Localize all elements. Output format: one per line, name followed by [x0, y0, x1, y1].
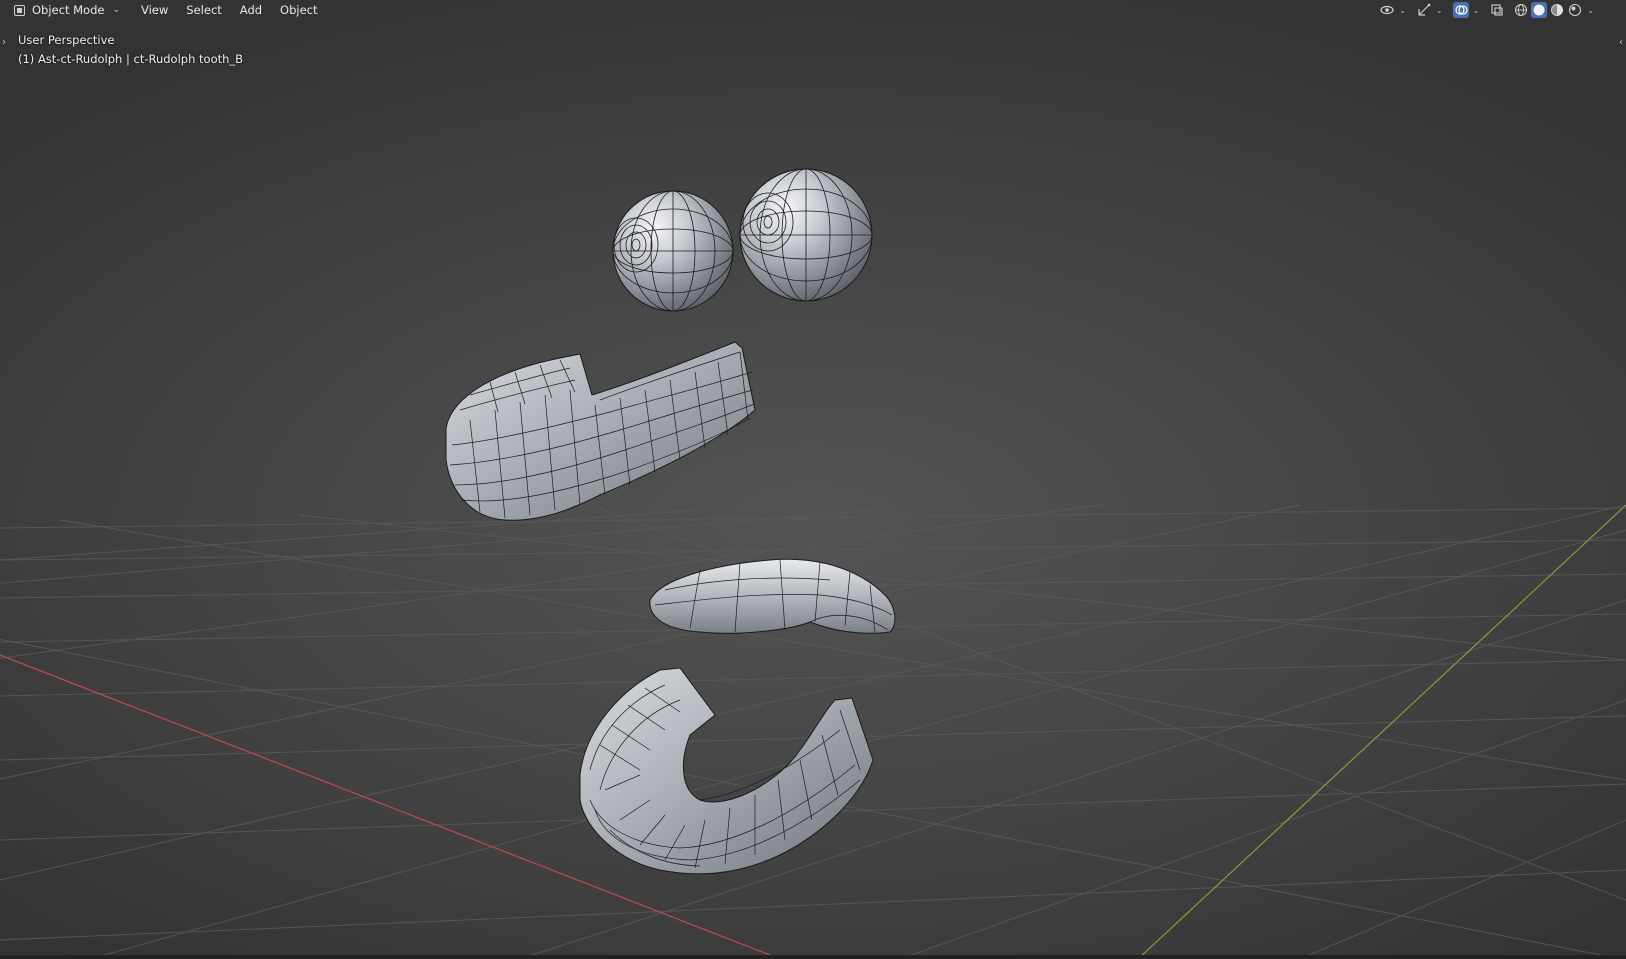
chevron-down-icon[interactable]: ⌄: [1436, 6, 1443, 15]
viewport-toolbar-right: ⌄ ⌄ ⌄ ⌄: [1379, 1, 1600, 19]
chevron-down-icon[interactable]: ⌄: [1587, 6, 1594, 15]
left-eyeball-mesh[interactable]: [612, 190, 734, 312]
toolbar-expand-arrow-icon[interactable]: ›: [2, 37, 6, 48]
viewport-info-overlay: User Perspective (1) Ast-ct-Rudolph | ct…: [18, 31, 243, 69]
view-perspective-label: User Perspective: [18, 33, 115, 47]
lower-teeth-mesh[interactable]: [579, 667, 874, 875]
viewport-bottom-edge: [0, 955, 1626, 959]
tongue-mesh[interactable]: [649, 558, 896, 634]
shading-mode-group: [1513, 2, 1583, 18]
xray-icon[interactable]: [1489, 2, 1505, 18]
y-axis-line: [1137, 504, 1626, 959]
object-mode-icon: [14, 4, 25, 16]
sidebar-expand-arrow-icon[interactable]: ‹: [1619, 37, 1623, 48]
menu-select[interactable]: Select: [185, 3, 222, 17]
active-object-label: (1) Ast-ct-Rudolph | ct-Rudolph tooth_B: [18, 52, 244, 66]
overlays-icon[interactable]: [1452, 2, 1469, 18]
wireframe-shading-icon[interactable]: [1513, 2, 1529, 18]
object-mode-dropdown[interactable]: Object Mode ⌄: [10, 1, 124, 19]
chevron-down-icon: ⌄: [112, 5, 120, 15]
menu-object[interactable]: Object: [279, 3, 318, 17]
visibility-eye-icon[interactable]: [1379, 2, 1395, 18]
menu-view[interactable]: View: [140, 3, 169, 17]
rendered-shading-icon[interactable]: [1567, 2, 1583, 18]
right-eyeball-mesh[interactable]: [739, 168, 873, 302]
material-shading-icon[interactable]: [1549, 2, 1565, 18]
solid-shading-icon[interactable]: [1531, 2, 1548, 18]
chevron-down-icon[interactable]: ⌄: [1473, 6, 1480, 15]
viewport-header: Object Mode ⌄ View Select Add Object ⌄ ⌄…: [0, 0, 1626, 20]
3d-viewport[interactable]: [0, 0, 1626, 959]
viewport-scene[interactable]: [0, 0, 1626, 959]
gizmo-icon[interactable]: [1416, 2, 1432, 18]
upper-teeth-mesh[interactable]: [445, 341, 756, 521]
menu-add[interactable]: Add: [239, 3, 263, 17]
chevron-down-icon[interactable]: ⌄: [1399, 6, 1406, 15]
object-mode-label: Object Mode: [32, 3, 105, 17]
